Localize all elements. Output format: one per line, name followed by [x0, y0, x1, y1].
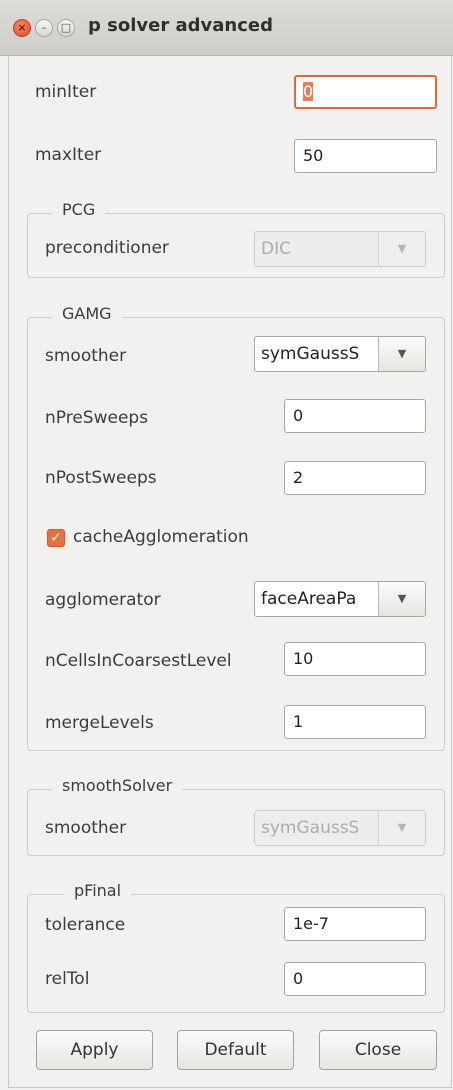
chevron-down-icon: ▼: [378, 232, 425, 266]
ncells-coarsest-input[interactable]: 10: [284, 642, 426, 676]
smoothsolver-group-title: smoothSolver: [52, 776, 183, 795]
minimize-icon: –: [41, 21, 47, 34]
tolerance-input[interactable]: 1e-7: [284, 907, 426, 941]
mergelevels-input[interactable]: 1: [284, 705, 426, 739]
gamg-smoother-select[interactable]: symGaussS ▼: [254, 336, 426, 372]
npostsweeps-label: nPostSweeps: [45, 468, 157, 488]
preconditioner-label: preconditioner: [45, 238, 169, 258]
window-title: p solver advanced: [88, 15, 273, 36]
ncells-coarsest-label: nCellsInCoarsestLevel: [45, 651, 232, 671]
agglomerator-select[interactable]: faceAreaPa ▼: [254, 581, 426, 617]
reltol-input[interactable]: 0: [284, 962, 426, 996]
chevron-down-icon: ▼: [378, 582, 425, 616]
npresweeps-input[interactable]: 0: [284, 399, 426, 433]
mergelevels-label: mergeLevels: [45, 713, 154, 733]
smoothsolver-smoother-select[interactable]: symGaussS ▼: [254, 810, 426, 846]
miniter-input[interactable]: 0: [294, 75, 437, 109]
gamg-group-title: GAMG: [52, 304, 122, 323]
cache-agglomeration-checkbox[interactable]: ✓: [47, 529, 65, 547]
agglomerator-label: agglomerator: [45, 590, 161, 610]
window-close-button[interactable]: ×: [13, 19, 31, 37]
apply-button[interactable]: Apply: [36, 1030, 153, 1070]
title-bar: × – □ p solver advanced: [0, 0, 453, 56]
tolerance-label: tolerance: [45, 915, 126, 935]
maxiter-label: maxIter: [35, 145, 102, 165]
npostsweeps-input[interactable]: 2: [284, 461, 426, 495]
cache-agglomeration-label[interactable]: cacheAgglomeration: [73, 527, 249, 547]
preconditioner-select[interactable]: DIC ▼: [254, 231, 426, 267]
chevron-down-icon: ▼: [378, 337, 425, 371]
pcg-group-title: PCG: [52, 200, 106, 219]
gamg-smoother-label: smoother: [45, 346, 127, 366]
miniter-label: minIter: [35, 82, 97, 102]
close-button[interactable]: Close: [319, 1030, 437, 1070]
reltol-label: relTol: [45, 969, 90, 989]
maximize-icon: □: [60, 21, 72, 34]
window-minimize-button[interactable]: –: [35, 19, 53, 37]
npresweeps-label: nPreSweeps: [45, 408, 149, 428]
pfinal-group-title: pFinal: [64, 881, 132, 900]
default-button[interactable]: Default: [177, 1030, 294, 1070]
smoothsolver-smoother-label: smoother: [45, 818, 127, 838]
window-maximize-button[interactable]: □: [57, 19, 75, 37]
maxiter-input[interactable]: 50: [294, 139, 437, 173]
close-icon: ×: [17, 21, 27, 34]
chevron-down-icon: ▼: [378, 811, 425, 845]
